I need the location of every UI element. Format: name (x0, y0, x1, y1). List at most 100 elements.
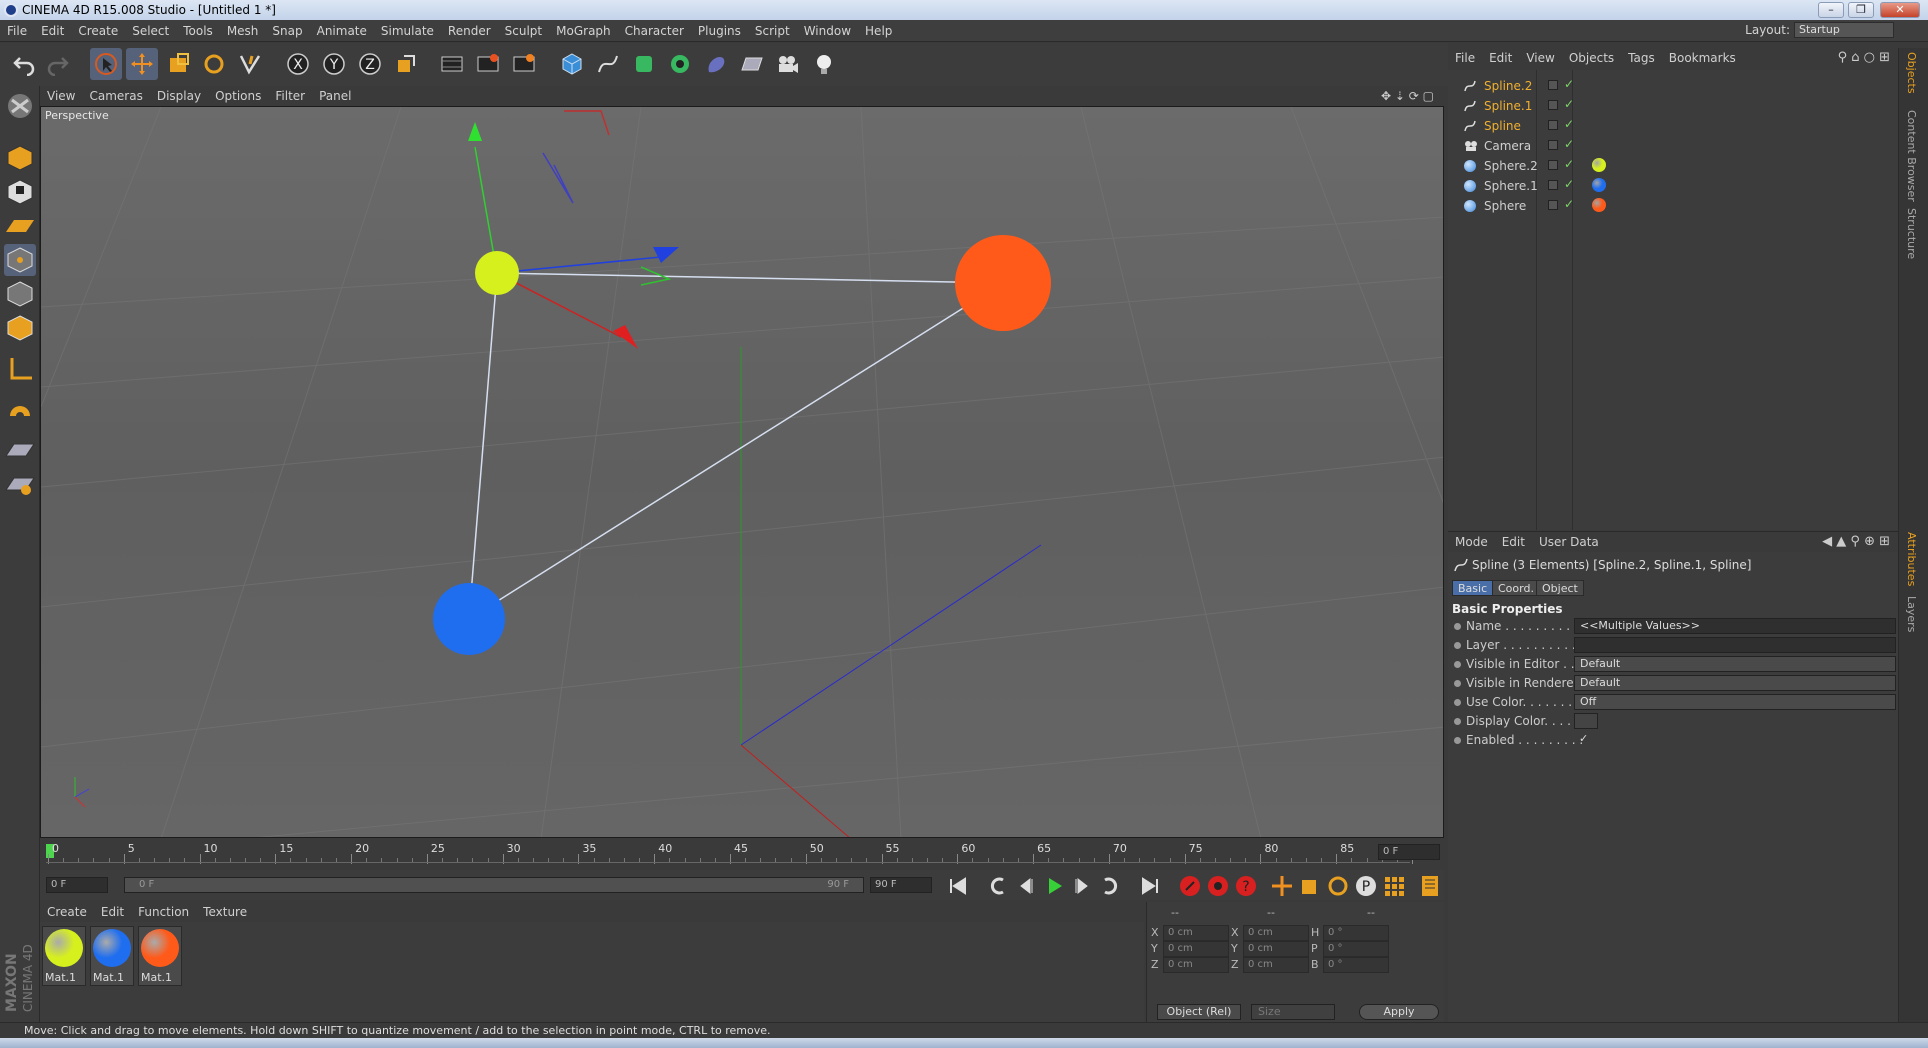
attribute-value[interactable] (1574, 637, 1896, 653)
sphere-1-blue[interactable] (433, 583, 505, 655)
timeline-window-icon[interactable] (1418, 874, 1442, 898)
animation-dot-icon[interactable] (1454, 718, 1461, 725)
material-swatch[interactable]: Mat.1 (42, 926, 86, 986)
viewport-menu-view[interactable]: View (40, 86, 82, 106)
record-keys-icon[interactable] (1178, 874, 1202, 898)
attribute-value[interactable]: Off (1574, 694, 1896, 710)
animation-dot-icon[interactable] (1454, 699, 1461, 706)
frame-range-slider[interactable]: 0 F 90 F (124, 877, 864, 893)
select-tool-button[interactable] (90, 48, 122, 80)
viewport-menu-filter[interactable]: Filter (268, 86, 312, 106)
rotate-tool-button[interactable] (198, 48, 230, 80)
coord-field[interactable]: 0 cm (1163, 925, 1229, 941)
visibility-toggle[interactable] (1548, 120, 1558, 130)
object-row[interactable]: Camera ✓ (1456, 136, 1896, 156)
deformer-button[interactable] (700, 48, 732, 80)
object-manager-tools-icons[interactable]: ⚲ ⌂ ○ ⊞ (1838, 50, 1890, 65)
go-to-end-icon[interactable] (1138, 874, 1162, 898)
prev-frame-icon[interactable] (1014, 874, 1038, 898)
enabled-check-icon[interactable]: ✓ (1564, 77, 1574, 91)
z-axis-lock-button[interactable]: Z (354, 48, 386, 80)
coordinate-system-button[interactable] (390, 48, 422, 80)
menu-file[interactable]: File (0, 20, 34, 42)
menu-render[interactable]: Render (441, 20, 498, 42)
material-menu-function[interactable]: Function (131, 902, 196, 922)
render-picture-viewer-button[interactable] (472, 48, 504, 80)
attribute-value[interactable]: Default (1574, 656, 1896, 672)
object-row[interactable]: Spline.1 ✓ (1456, 96, 1896, 116)
current-frame-field[interactable]: 0 F (1378, 844, 1440, 860)
point-level-key-icon[interactable] (1382, 874, 1406, 898)
polygons-mode-icon[interactable] (4, 312, 36, 344)
scale-tool-button[interactable] (162, 48, 194, 80)
menu-character[interactable]: Character (618, 20, 691, 42)
nurbs-button[interactable] (628, 48, 660, 80)
next-key-icon[interactable] (1098, 874, 1122, 898)
end-frame-field[interactable]: 90 F (870, 877, 932, 893)
play-forward-icon[interactable] (1042, 874, 1066, 898)
visibility-toggle[interactable] (1548, 100, 1558, 110)
menu-plugins[interactable]: Plugins (691, 20, 748, 42)
floor-button[interactable] (736, 48, 768, 80)
attribute-nav-icons[interactable]: ◀ ▲ ⚲ ⊕ ⊞ (1822, 534, 1890, 549)
viewport-menu-panel[interactable]: Panel (312, 86, 358, 106)
tab-basic[interactable]: Basic (1452, 580, 1494, 596)
material-menu-edit[interactable]: Edit (94, 902, 131, 922)
menu-animate[interactable]: Animate (310, 20, 374, 42)
menu-mograph[interactable]: MoGraph (549, 20, 618, 42)
sphere-2-yellow[interactable] (475, 251, 519, 295)
scale-key-icon[interactable] (1298, 874, 1322, 898)
attribute-menu-mode[interactable]: Mode (1448, 532, 1495, 552)
tab-content-browser[interactable]: Content Browser (1905, 110, 1918, 202)
viewport-menu-options[interactable]: Options (208, 86, 268, 106)
mograph-cloner-button[interactable] (664, 48, 696, 80)
maximize-button[interactable]: ❐ (1848, 2, 1874, 18)
object-row[interactable]: Spline ✓ (1456, 116, 1896, 136)
tab-structure[interactable]: Structure (1905, 208, 1918, 259)
visibility-toggle[interactable] (1548, 160, 1558, 170)
animation-dot-icon[interactable] (1454, 661, 1461, 668)
keyframe-selection-icon[interactable]: ? (1234, 874, 1258, 898)
texture-mode-icon[interactable] (4, 176, 36, 208)
visibility-toggle[interactable] (1548, 200, 1558, 210)
attribute-value[interactable] (1574, 713, 1598, 729)
tab-coord[interactable]: Coord. (1492, 580, 1540, 596)
coord-mode-select[interactable]: Object (Rel) (1157, 1004, 1241, 1020)
visibility-toggle[interactable] (1548, 180, 1558, 190)
tab-attributes[interactable]: Attributes (1905, 532, 1918, 586)
object-menu-edit[interactable]: Edit (1482, 48, 1519, 68)
menu-script[interactable]: Script (748, 20, 797, 42)
position-key-icon[interactable] (1270, 874, 1294, 898)
material-tag-icon[interactable] (1592, 158, 1606, 172)
live-selection-button[interactable] (234, 48, 266, 80)
viewport-nav-icons[interactable]: ✥ ⇣ ⟳ ▢ (1381, 89, 1434, 103)
coord-field[interactable]: 0 cm (1243, 957, 1309, 973)
sphere-orange[interactable] (955, 235, 1051, 331)
move-tool-button[interactable] (126, 48, 158, 80)
workplane-mode-icon[interactable] (4, 210, 36, 242)
tab-object[interactable]: Object (1536, 580, 1584, 596)
material-menu-texture[interactable]: Texture (196, 902, 254, 922)
material-tag-icon[interactable] (1592, 178, 1606, 192)
menu-mesh[interactable]: Mesh (220, 20, 266, 42)
tab-objects[interactable]: Objects (1905, 52, 1918, 94)
menu-select[interactable]: Select (125, 20, 176, 42)
planar-workplane-icon[interactable] (4, 468, 36, 500)
attribute-value[interactable]: ✓ (1574, 732, 1598, 748)
menu-sculpt[interactable]: Sculpt (498, 20, 549, 42)
coord-size-select[interactable]: Size (1251, 1004, 1335, 1020)
render-settings-button[interactable] (508, 48, 540, 80)
y-axis-lock-button[interactable]: Y (318, 48, 350, 80)
material-swatch[interactable]: Mat.1 (90, 926, 134, 986)
render-view-button[interactable] (436, 48, 468, 80)
visibility-toggle[interactable] (1548, 80, 1558, 90)
go-to-start-icon[interactable] (946, 874, 970, 898)
redo-button[interactable] (42, 48, 74, 80)
viewport-menu-cameras[interactable]: Cameras (82, 86, 149, 106)
minimize-button[interactable]: – (1818, 2, 1844, 18)
light-button[interactable] (808, 48, 840, 80)
workplane-lock-icon[interactable] (4, 434, 36, 466)
spline-pen-button[interactable] (592, 48, 624, 80)
edges-mode-icon[interactable] (4, 278, 36, 310)
snap-magnet-icon[interactable] (4, 396, 36, 428)
